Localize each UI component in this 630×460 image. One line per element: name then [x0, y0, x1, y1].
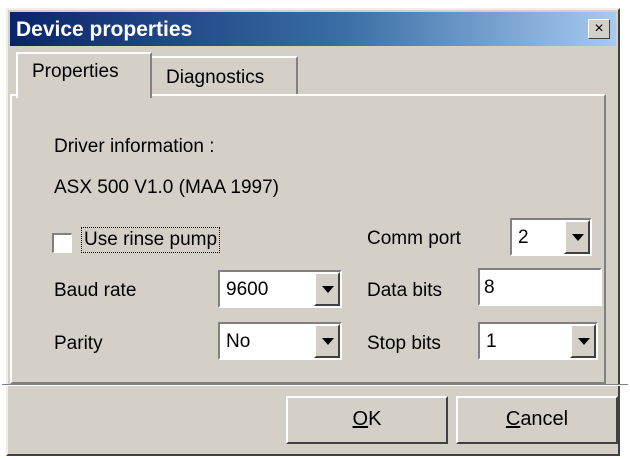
chevron-down-icon[interactable]: [564, 220, 590, 254]
baud-rate-select[interactable]: 9600: [218, 270, 342, 308]
driver-info-value: ASX 500 V1.0 (MAA 1997): [54, 177, 279, 198]
chevron-down-icon[interactable]: [314, 324, 340, 358]
ok-button[interactable]: OK: [286, 396, 448, 444]
stop-bits-value: 1: [486, 331, 497, 352]
parity-value: No: [226, 331, 251, 352]
driver-info-label: Driver information :: [54, 136, 215, 157]
cancel-button[interactable]: Cancel: [456, 396, 618, 444]
button-separator: [2, 384, 628, 386]
baud-rate-label: Baud rate: [54, 280, 137, 301]
data-bits-label: Data bits: [367, 280, 442, 301]
chevron-down-icon[interactable]: [314, 272, 340, 306]
window-title: Device properties: [16, 18, 193, 41]
rinse-pump-checkbox[interactable]: [52, 233, 72, 253]
stop-bits-label: Stop bits: [367, 333, 441, 354]
rinse-pump-label[interactable]: Use rinse pump: [80, 227, 221, 253]
stop-bits-select[interactable]: 1: [478, 322, 598, 360]
cancel-mnemonic: C: [505, 408, 521, 430]
baud-rate-value: 9600: [226, 279, 269, 300]
comm-port-label: Comm port: [367, 228, 461, 249]
data-bits-value: 8: [484, 277, 495, 298]
title-bar[interactable]: Device properties ×: [10, 12, 616, 46]
tab-diagnostics[interactable]: Diagnostics: [150, 56, 298, 94]
parity-label: Parity: [54, 333, 103, 354]
comm-port-value: 2: [518, 227, 529, 248]
data-bits-field[interactable]: 8: [478, 268, 602, 306]
ok-label-rest: K: [368, 408, 382, 430]
tab-properties-label: Properties: [32, 61, 119, 82]
close-button[interactable]: ×: [588, 19, 610, 39]
comm-port-select[interactable]: 2: [510, 218, 592, 256]
parity-select[interactable]: No: [218, 322, 342, 360]
ok-mnemonic: O: [352, 408, 369, 430]
tab-properties[interactable]: Properties: [16, 52, 152, 98]
chevron-down-icon[interactable]: [570, 324, 596, 358]
tab-diagnostics-label: Diagnostics: [166, 67, 265, 88]
close-icon: ×: [594, 20, 604, 37]
cancel-label-rest: ancel: [520, 408, 569, 430]
